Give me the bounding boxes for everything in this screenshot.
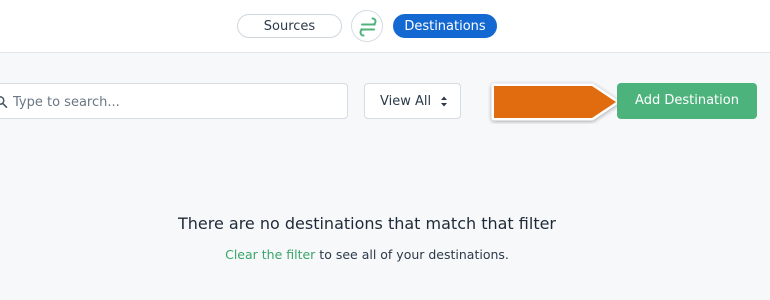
empty-state-title: There are no destinations that match tha…: [177, 214, 557, 233]
tab-sources[interactable]: Sources: [237, 14, 342, 38]
search-box[interactable]: [0, 83, 348, 120]
view-filter-value: View All: [380, 94, 432, 109]
add-destination-button[interactable]: Add Destination: [617, 83, 757, 119]
updown-chevron-icon: [440, 95, 448, 112]
segment-logo-icon[interactable]: [351, 10, 383, 42]
search-icon: [0, 94, 8, 113]
tab-destinations[interactable]: Destinations: [393, 14, 497, 38]
empty-state-rest-text: to see all of your destinations.: [315, 247, 509, 262]
clear-filter-link[interactable]: Clear the filter: [225, 247, 315, 262]
arrow-annotation-icon: [488, 80, 638, 128]
view-filter-select[interactable]: View All: [364, 83, 461, 119]
top-nav-bar: Sources Destinations: [0, 0, 770, 53]
search-input[interactable]: [11, 84, 335, 120]
empty-state-message: Clear the filter to see all of your dest…: [0, 247, 734, 262]
